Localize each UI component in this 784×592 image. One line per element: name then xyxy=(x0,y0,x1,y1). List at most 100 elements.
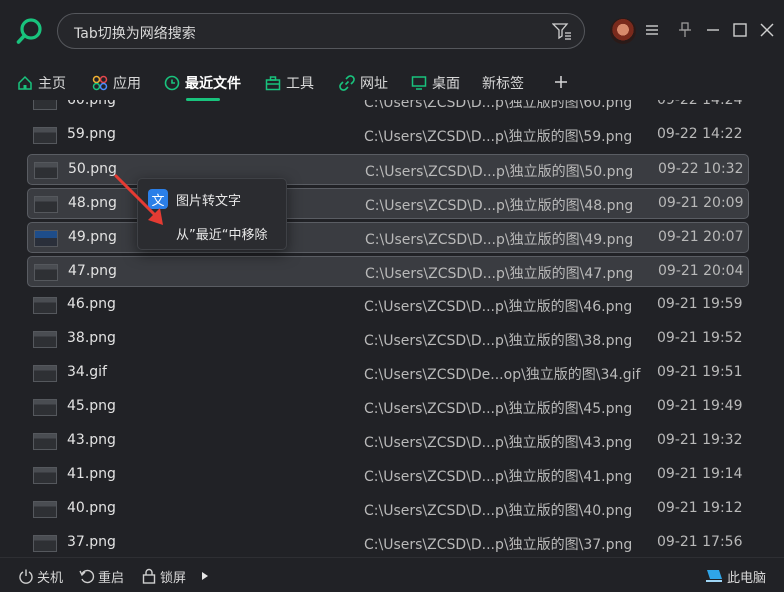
tab-label: 应用 xyxy=(113,76,141,92)
this-pc-label: 此电脑 xyxy=(727,570,767,586)
tab-new-tab[interactable]: 新标签 xyxy=(482,72,524,94)
clock-icon xyxy=(164,75,180,91)
file-path: C:\Users\ZCSD\D...p\独立版的图\37.png xyxy=(364,537,633,553)
annotation-arrow-icon xyxy=(114,174,163,225)
file-thumbnail xyxy=(33,365,57,382)
file-thumbnail xyxy=(33,467,57,484)
file-path: C:\Users\ZCSD\D...p\独立版的图\48.png xyxy=(365,198,634,214)
avatar[interactable] xyxy=(610,18,636,44)
file-time: 09-22 14:22 xyxy=(657,126,743,142)
close-icon[interactable] xyxy=(758,21,776,39)
add-tab-icon[interactable] xyxy=(553,74,569,90)
file-path: C:\Users\ZCSD\De...op\独立版的图\34.gif xyxy=(364,367,641,383)
file-name: 41.png xyxy=(67,466,116,482)
list-item[interactable]: 59.png C:\Users\ZCSD\D...p\独立版的图\59.png … xyxy=(27,120,749,151)
tab-label: 工具 xyxy=(286,76,314,92)
link-icon xyxy=(339,75,355,91)
minimize-icon[interactable] xyxy=(704,21,722,39)
list-item[interactable]: 43.png C:\Users\ZCSD\D...p\独立版的图\43.png … xyxy=(27,426,749,457)
tab-home[interactable]: 主页 xyxy=(17,72,66,94)
file-thumbnail xyxy=(34,230,58,247)
lock-label: 锁屏 xyxy=(160,570,187,586)
tab-bar: 主页 应用 最近文件 工具 网址 桌面 新标签 xyxy=(0,62,784,100)
file-time: 09-22 14:24 xyxy=(657,100,743,108)
recent-files-list: 60.png C:\Users\ZCSD\D...p\独立版的图\60.png … xyxy=(0,100,784,555)
file-thumbnail xyxy=(33,501,57,518)
file-path: C:\Users\ZCSD\D...p\独立版的图\59.png xyxy=(364,129,633,145)
pin-icon[interactable] xyxy=(676,21,694,39)
file-path: C:\Users\ZCSD\D...p\独立版的图\40.png xyxy=(364,503,633,519)
file-time: 09-21 19:32 xyxy=(657,432,743,448)
file-time: 09-21 17:56 xyxy=(657,534,743,550)
shutdown-button[interactable]: 关机 xyxy=(18,567,63,586)
file-time: 09-21 20:07 xyxy=(658,229,744,245)
filter-icon[interactable] xyxy=(552,22,572,40)
file-path: C:\Users\ZCSD\D...p\独立版的图\43.png xyxy=(364,435,633,451)
list-item[interactable]: 40.png C:\Users\ZCSD\D...p\独立版的图\40.png … xyxy=(27,494,749,525)
file-name: 37.png xyxy=(67,534,116,550)
tab-label: 新标签 xyxy=(482,76,524,92)
file-name: 38.png xyxy=(67,330,116,346)
list-item[interactable]: 38.png C:\Users\ZCSD\D...p\独立版的图\38.png … xyxy=(27,324,749,355)
list-item[interactable]: 47.png C:\Users\ZCSD\D...p\独立版的图\47.png … xyxy=(27,256,749,287)
file-thumbnail xyxy=(33,127,57,144)
list-item[interactable]: 45.png C:\Users\ZCSD\D...p\独立版的图\45.png … xyxy=(27,392,749,423)
file-name: 43.png xyxy=(67,432,116,448)
file-thumbnail xyxy=(33,535,57,552)
menu-icon[interactable] xyxy=(643,21,661,39)
restart-button[interactable]: 重启 xyxy=(79,567,124,586)
file-time: 09-21 19:14 xyxy=(657,466,743,482)
tab-recent-files[interactable]: 最近文件 xyxy=(164,72,241,94)
search-logo-icon[interactable] xyxy=(16,17,44,45)
menu-item-label: 图片转文字 xyxy=(176,193,242,209)
tab-tools[interactable]: 工具 xyxy=(265,72,314,94)
file-time: 09-21 20:04 xyxy=(658,263,744,279)
lock-icon xyxy=(142,568,156,584)
list-item[interactable]: 37.png C:\Users\ZCSD\D...p\独立版的图\37.png … xyxy=(27,528,749,555)
file-thumbnail xyxy=(33,331,57,348)
list-item[interactable]: 41.png C:\Users\ZCSD\D...p\独立版的图\41.png … xyxy=(27,460,749,491)
this-pc-button[interactable]: 此电脑 xyxy=(704,567,767,586)
list-item[interactable]: 60.png C:\Users\ZCSD\D...p\独立版的图\60.png … xyxy=(27,100,749,117)
search-input[interactable]: Tab切换为网络搜索 xyxy=(57,13,585,49)
file-thumbnail xyxy=(34,196,58,213)
home-icon xyxy=(18,75,32,90)
file-path: C:\Users\ZCSD\D...p\独立版的图\60.png xyxy=(364,100,633,111)
restart-icon xyxy=(79,569,95,584)
file-thumbnail xyxy=(34,264,58,281)
file-thumbnail xyxy=(33,399,57,416)
list-item[interactable]: 46.png C:\Users\ZCSD\D...p\独立版的图\46.png … xyxy=(27,290,749,321)
header: Tab切换为网络搜索 xyxy=(0,0,784,62)
menu-item-label: 从”最近“中移除 xyxy=(176,227,268,243)
tab-urls[interactable]: 网址 xyxy=(339,72,388,94)
tab-label: 桌面 xyxy=(432,76,460,92)
footer-bar: 关机 重启 锁屏 此电脑 xyxy=(0,557,784,592)
menu-item-remove-from-recent[interactable]: 从”最近“中移除 xyxy=(176,221,267,245)
maximize-icon[interactable] xyxy=(731,21,749,39)
file-path: C:\Users\ZCSD\D...p\独立版的图\41.png xyxy=(364,469,633,485)
tab-desktop[interactable]: 桌面 xyxy=(411,72,460,94)
file-name: 45.png xyxy=(67,398,116,414)
file-path: C:\Users\ZCSD\D...p\独立版的图\47.png xyxy=(365,266,634,282)
list-item[interactable]: 34.gif C:\Users\ZCSD\De...op\独立版的图\34.gi… xyxy=(27,358,749,389)
file-time: 09-21 20:09 xyxy=(658,195,744,211)
expand-arrow-icon[interactable] xyxy=(201,571,209,581)
file-name: 47.png xyxy=(68,263,117,279)
monitor-icon xyxy=(411,76,427,90)
file-time: 09-21 19:51 xyxy=(657,364,743,380)
file-name: 49.png xyxy=(68,229,117,245)
search-placeholder: Tab切换为网络搜索 xyxy=(74,26,196,42)
file-thumbnail xyxy=(34,162,58,179)
toolbox-icon xyxy=(265,76,281,91)
power-icon xyxy=(19,569,33,584)
file-path: C:\Users\ZCSD\D...p\独立版的图\49.png xyxy=(365,232,634,248)
file-name: 46.png xyxy=(67,296,116,312)
file-thumbnail xyxy=(33,433,57,450)
tab-apps[interactable]: 应用 xyxy=(92,72,141,94)
file-time: 09-21 19:12 xyxy=(657,500,743,516)
tab-label: 网址 xyxy=(360,76,388,92)
file-time: 09-21 19:52 xyxy=(657,330,743,346)
apps-icon xyxy=(92,75,108,91)
computer-icon xyxy=(706,570,722,582)
lock-button[interactable]: 锁屏 xyxy=(141,567,187,586)
